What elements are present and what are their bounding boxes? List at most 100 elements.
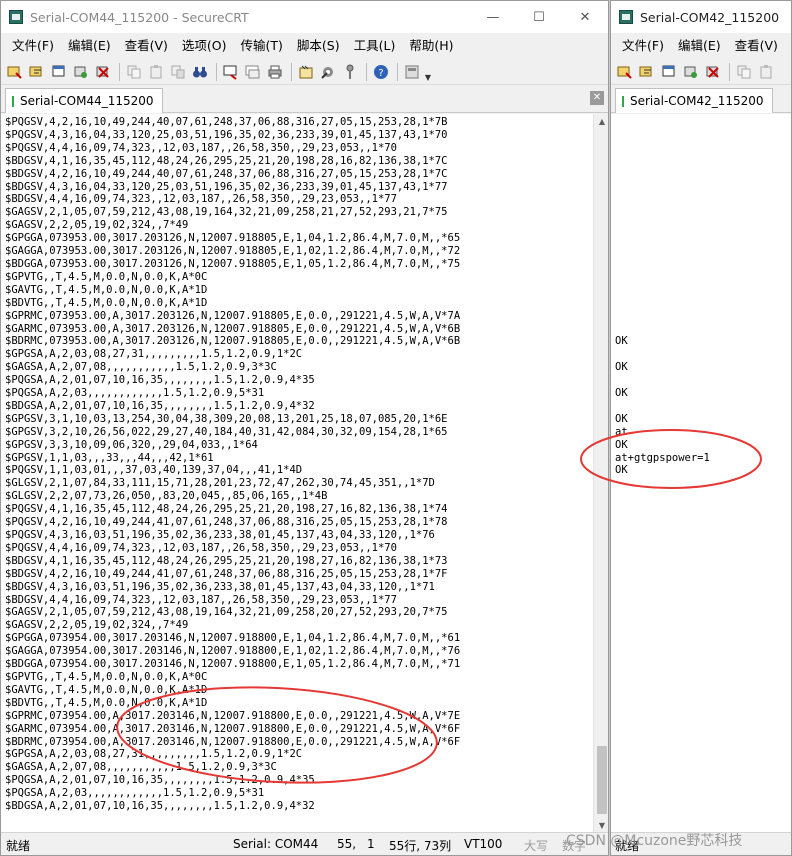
connect-tab-icon (662, 65, 675, 76)
copy-paste-button[interactable] (168, 62, 188, 82)
print-screen-button[interactable] (221, 62, 241, 82)
status-emulation: VT100 (464, 837, 503, 851)
scroll-up-arrow-icon[interactable]: ▲ (594, 114, 608, 130)
connect-button[interactable] (5, 62, 25, 82)
close-button[interactable]: ✕ (562, 1, 608, 33)
connect-tab-icon (52, 65, 65, 76)
reconnect-button[interactable] (71, 62, 91, 82)
binoculars-icon (193, 66, 207, 77)
toolbar: ? ▼ (1, 59, 608, 85)
status-caps-lock: 大写 (524, 839, 549, 853)
status-connection: Serial: COM44 (233, 837, 319, 851)
window-title: Serial-COM44_115200 - SecureCRT (30, 9, 249, 25)
securecrt-window-com42: Serial-COM42_115200 文件(F) 编辑(E) 查看(V) Se… (610, 0, 792, 856)
connect-in-tab-button[interactable] (659, 62, 679, 82)
help-icon: ? (374, 64, 388, 79)
vertical-scrollbar[interactable]: ▲ ▼ (593, 114, 608, 834)
toolbar-separator (119, 62, 120, 81)
quick-connect-icon (29, 66, 42, 76)
tab-label: Serial-COM44_115200 (20, 94, 154, 108)
copy-button[interactable] (124, 62, 144, 82)
minimize-button[interactable]: — (470, 1, 516, 33)
menu-script[interactable]: 脚本(S) (290, 33, 347, 59)
reconnect-button[interactable] (681, 62, 701, 82)
menu-tools[interactable]: 工具(L) (347, 33, 403, 59)
terminal-output[interactable]: OK OK OK OK at OK at+gtgpspower=1 OK (611, 114, 791, 834)
session-options-button[interactable] (296, 62, 316, 82)
terminal-text: OK OK OK OK at OK at+gtgpspower=1 OK (615, 335, 710, 477)
menu-bar: 文件(F) 编辑(E) 查看(V) (611, 33, 791, 59)
quick-connect-button[interactable] (27, 62, 47, 82)
terminal-output[interactable]: $PQGSV,4,2,16,10,49,244,40,07,61,248,37,… (1, 114, 593, 834)
copy-button[interactable] (734, 62, 754, 82)
session-tab-strip: Serial-COM44_115200 ✕ (1, 85, 608, 113)
window-controls: — ☐ ✕ (470, 1, 608, 33)
menu-file[interactable]: 文件(F) (5, 33, 61, 59)
maximize-button[interactable]: ☐ (516, 1, 562, 33)
menu-help[interactable]: 帮助(H) (402, 33, 460, 59)
print-button[interactable] (265, 62, 285, 82)
toolbar-separator (729, 62, 730, 81)
print-screen-icon (223, 65, 237, 80)
paste-icon (150, 64, 162, 78)
connect-icon (7, 66, 22, 79)
printer-icon (268, 65, 282, 78)
toolbar-separator (366, 62, 367, 81)
connect-in-tab-button[interactable] (49, 62, 69, 82)
key-icon (346, 64, 354, 79)
paste-icon (760, 64, 772, 78)
session-options-icon (299, 65, 313, 78)
menu-options[interactable]: 选项(O) (175, 33, 234, 59)
disconnect-button[interactable] (93, 62, 113, 82)
quick-connect-button[interactable] (637, 62, 657, 82)
keymap-button[interactable] (340, 62, 360, 82)
paste-button[interactable] (756, 62, 776, 82)
session-tab-strip: Serial-COM42_115200 (611, 85, 791, 113)
find-button[interactable] (190, 62, 210, 82)
paste-button[interactable] (146, 62, 166, 82)
menu-file[interactable]: 文件(F) (615, 33, 671, 59)
toolbar-separator (291, 62, 292, 81)
toolbar (611, 59, 791, 85)
disconnect-icon (706, 66, 719, 78)
print-selection-button[interactable] (243, 62, 263, 82)
scrollbar-thumb[interactable] (597, 746, 607, 814)
menu-transfer[interactable]: 传输(T) (234, 33, 290, 59)
menu-edit[interactable]: 编辑(E) (671, 33, 728, 59)
securecrt-app-icon (619, 10, 633, 24)
help-button[interactable]: ? (371, 62, 391, 82)
svg-text:?: ? (378, 68, 383, 79)
securecrt-window-com44: Serial-COM44_115200 - SecureCRT — ☐ ✕ 文件… (0, 0, 609, 856)
status-bar: 就绪 Serial: COM44 55, 1 55行, 73列 VT100 大写… (1, 832, 608, 855)
status-cursor-position: 55行, 73列 (389, 839, 452, 853)
menu-view[interactable]: 查看(V) (728, 33, 785, 59)
menu-edit[interactable]: 编辑(E) (61, 33, 118, 59)
status-row: 55, (337, 837, 357, 851)
close-tab-icon[interactable]: ✕ (590, 91, 604, 105)
connect-icon (617, 66, 632, 79)
toolbar-overflow-chevron-icon[interactable]: ▼ (424, 62, 432, 82)
tab-serial-com42[interactable]: Serial-COM42_115200 (615, 88, 773, 113)
toolbar-separator (397, 62, 398, 81)
copy-icon (127, 65, 141, 78)
button-bar-icon (405, 65, 419, 78)
connected-status-icon (12, 95, 14, 107)
reconnect-icon (74, 66, 87, 78)
print-selection-icon (245, 65, 260, 78)
title-bar[interactable]: Serial-COM44_115200 - SecureCRT — ☐ ✕ (1, 1, 608, 33)
quick-connect-icon (639, 66, 652, 76)
status-col: 1 (367, 837, 375, 851)
watermark: CSDN @Mcuzone野芯科技 (566, 833, 743, 849)
disconnect-button[interactable] (703, 62, 723, 82)
window-title: Serial-COM42_115200 (640, 9, 780, 25)
terminal-text: $PQGSV,4,2,16,10,49,244,40,07,61,248,37,… (5, 116, 461, 813)
toolbar-separator (216, 62, 217, 81)
securecrt-app-icon (9, 10, 23, 24)
tab-serial-com44[interactable]: Serial-COM44_115200 (5, 88, 163, 113)
button-bar-button[interactable] (402, 62, 422, 82)
menu-view[interactable]: 查看(V) (118, 33, 175, 59)
global-options-button[interactable] (318, 62, 338, 82)
connect-button[interactable] (615, 62, 635, 82)
copy-icon (737, 65, 751, 78)
title-bar[interactable]: Serial-COM42_115200 (611, 1, 791, 33)
